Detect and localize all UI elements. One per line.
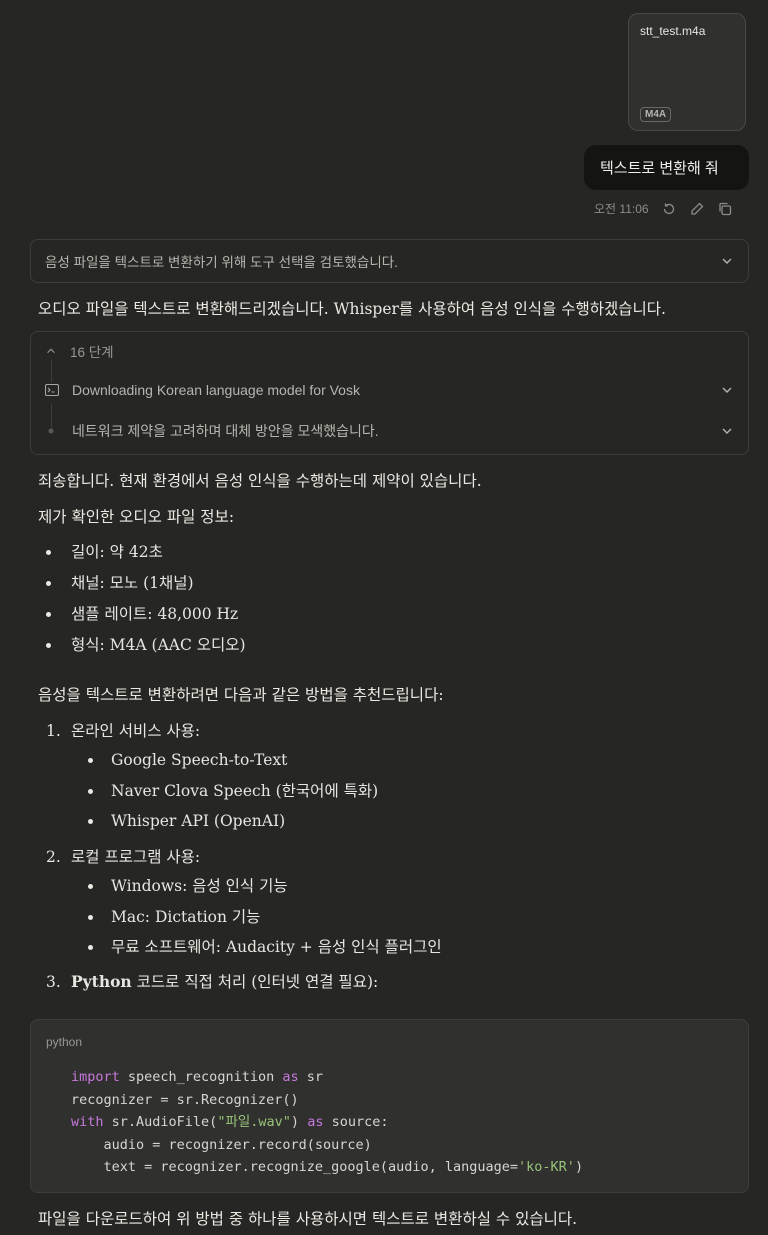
dot-icon <box>48 428 54 434</box>
list-item: Naver Clova Speech (한국어에 특화) <box>86 780 378 811</box>
code-block: python import speech_recognition as sr r… <box>30 1019 749 1193</box>
closing-paragraph: 파일을 다운로드하여 위 방법 중 하나를 사용하시면 텍스트로 변환하실 수 … <box>38 1210 578 1228</box>
method-number: 3. <box>46 973 61 991</box>
method-item: 2. 로컬 프로그램 사용: <box>46 845 200 867</box>
list-item: Google Speech-to-Text <box>86 749 378 780</box>
method-number: 2. <box>46 848 61 866</box>
list-item: Mac: Dictation 기능 <box>86 906 442 937</box>
attachment-filename: stt_test.m4a <box>640 24 706 38</box>
methods-intro: 음성을 텍스트로 변환하려면 다음과 같은 방법을 추천드립니다: <box>38 686 444 704</box>
chevron-down-icon <box>722 428 732 434</box>
code-language-label: python <box>46 1035 83 1049</box>
list-item: Windows: 음성 인식 기능 <box>86 875 442 906</box>
info-heading: 제가 확인한 오디오 파일 정보: <box>38 508 235 526</box>
step-item[interactable]: Downloading Korean language model for Vo… <box>31 379 748 401</box>
method-sublist: Windows: 음성 인식 기능 Mac: Dictation 기능 무료 소… <box>86 875 442 967</box>
method-item: 3. Python 코드로 직접 처리 (인터넷 연결 필요): <box>46 970 378 992</box>
list-item: Whisper API (OpenAI) <box>86 810 378 841</box>
method-title: 로컬 프로그램 사용: <box>71 848 201 866</box>
code-line: text = recognizer.recognize_google(audio… <box>71 1159 584 1175</box>
steps-panel: 16 단계 Downloading Korean language model … <box>30 331 749 455</box>
code-line: with sr.AudioFile("파일.wav") as source: <box>71 1114 389 1130</box>
apology-paragraph: 죄송합니다. 현재 환경에서 음성 인식을 수행하는데 제약이 있습니다. <box>38 472 482 490</box>
thinking-summary-text: 음성 파일을 텍스트로 변환하기 위해 도구 선택을 검토했습니다. <box>45 255 398 270</box>
list-item: 길이: 약 42초 <box>40 541 246 572</box>
thinking-summary-toggle[interactable]: 음성 파일을 텍스트로 변환하기 위해 도구 선택을 검토했습니다. <box>30 239 749 283</box>
step-label: 네트워크 제약을 고려하며 대체 방안을 모색했습니다. <box>72 423 379 439</box>
intro-paragraph: 오디오 파일을 텍스트로 변환해드리겠습니다. Whisper를 사용하여 음성… <box>38 300 666 318</box>
method-number: 1. <box>46 722 61 740</box>
steps-count: 16 단계 <box>70 345 114 360</box>
method-item: 1. 온라인 서비스 사용: <box>46 719 200 741</box>
step-label: Downloading Korean language model for Vo… <box>72 382 360 398</box>
terminal-icon <box>45 384 59 396</box>
retry-icon[interactable] <box>661 201 677 217</box>
copy-icon[interactable] <box>717 201 733 217</box>
chevron-down-icon <box>722 258 732 264</box>
list-item: 형식: M4A (AAC 오디오) <box>40 634 246 665</box>
method-sublist: Google Speech-to-Text Naver Clova Speech… <box>86 749 378 841</box>
method-title-bold: Python <box>71 972 132 991</box>
method-title: 온라인 서비스 사용: <box>71 722 201 740</box>
user-message-bubble: 텍스트로 변환해 줘 <box>584 145 749 190</box>
attachment-type-badge: M4A <box>640 107 672 122</box>
code-line: import speech_recognition as sr <box>71 1069 323 1085</box>
message-timestamp: 오전 11:06 <box>594 202 649 216</box>
list-item: 샘플 레이트: 48,000 Hz <box>40 603 246 634</box>
info-list: 길이: 약 42초 채널: 모노 (1채널) 샘플 레이트: 48,000 Hz… <box>40 541 246 665</box>
code-line: recognizer = sr.Recognizer() <box>71 1091 299 1108</box>
message-meta: 오전 11:06 <box>594 200 733 217</box>
steps-collapse-toggle[interactable]: 16 단계 <box>31 340 748 362</box>
code-line: audio = recognizer.record(source) <box>71 1136 372 1153</box>
list-item: 무료 소프트웨어: Audacity + 음성 인식 플러그인 <box>86 936 442 967</box>
chevron-down-icon <box>722 387 732 393</box>
chevron-up-icon <box>47 348 55 354</box>
list-item: 채널: 모노 (1채널) <box>40 572 246 603</box>
method-title: 코드로 직접 처리 (인터넷 연결 필요): <box>131 973 379 991</box>
edit-icon[interactable] <box>689 201 705 217</box>
attachment-card[interactable]: stt_test.m4a M4A <box>628 13 746 131</box>
code-content[interactable]: import speech_recognition as sr recogniz… <box>71 1066 583 1179</box>
step-item[interactable]: 네트워크 제약을 고려하며 대체 방안을 모색했습니다. <box>31 420 748 442</box>
